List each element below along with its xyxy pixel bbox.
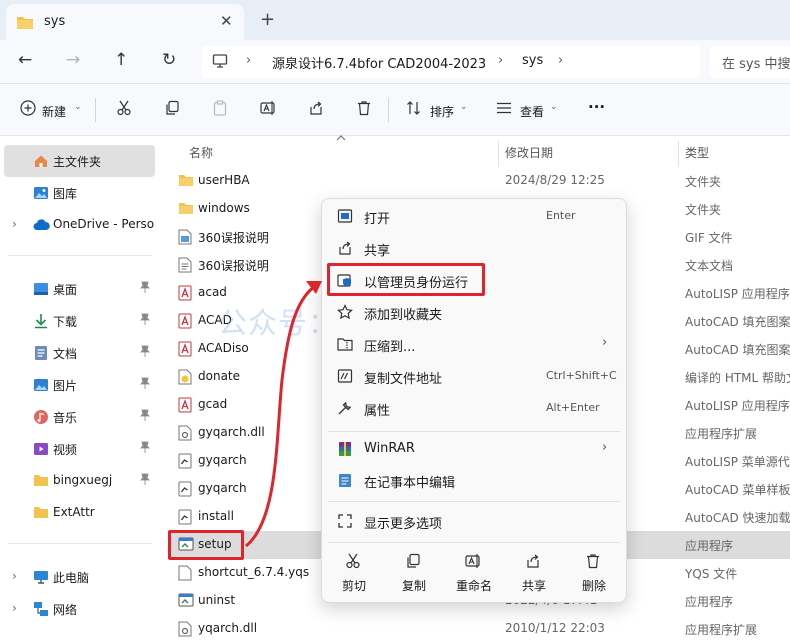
- annotation-arrow: [245, 281, 322, 548]
